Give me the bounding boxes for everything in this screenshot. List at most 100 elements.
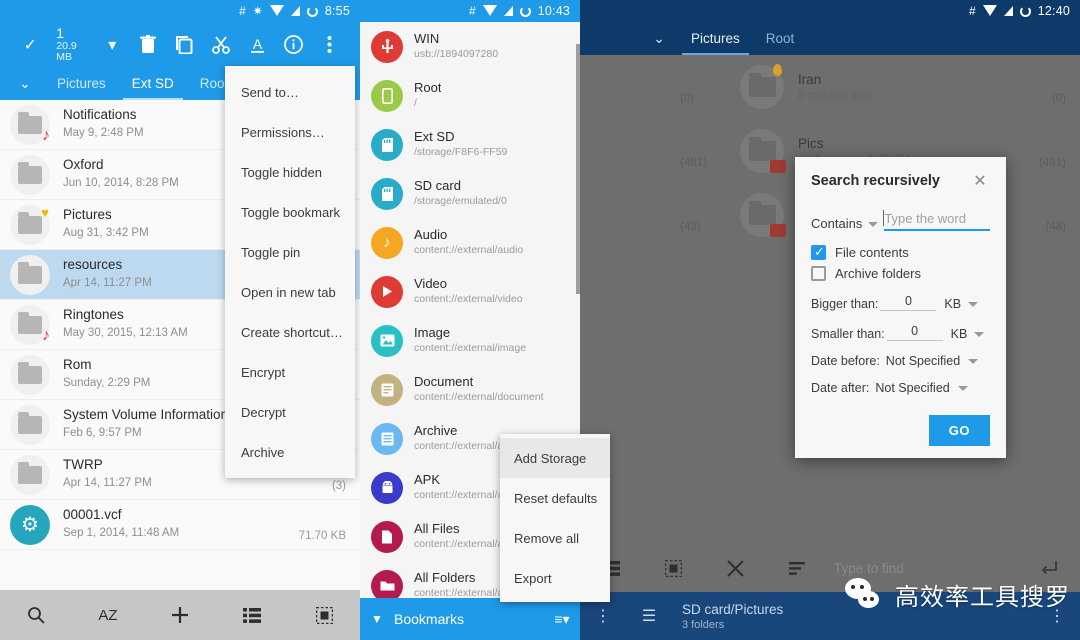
sort-icon[interactable]: ≡▾ [544,611,580,628]
date-after-value[interactable]: Not Specified [875,381,949,395]
menu-item-create-shortcut[interactable]: Create shortcut… [225,312,355,352]
bigger-than-input[interactable]: 0 [880,294,937,311]
menu-item-permissions[interactable]: Permissions… [225,112,355,152]
tab-pictures[interactable]: Pictures [678,22,753,55]
list-item[interactable]: SD card /storage/emulated/0 [360,169,580,218]
list-view-icon[interactable] [216,607,288,623]
tab-root[interactable]: Root [753,22,808,55]
left-status-time: 8:55 [324,4,350,18]
list-item[interactable]: Image content://external/image [360,316,580,365]
table-row[interactable]: (0) Iran 8 minutes ago (0) [580,55,1080,119]
grid-view-icon[interactable] [288,606,360,624]
cut-icon[interactable] [203,22,239,67]
folder-count: 3 folders [682,618,725,631]
bookmark-path: usb://1894097280 [414,48,499,61]
file-meta: (3) [331,480,346,492]
enter-icon[interactable] [1018,560,1080,576]
bookmarks-label: Bookmarks [394,611,465,627]
wifi-icon [982,5,997,16]
bookmark-name: Ext SD [414,129,455,145]
list-item[interactable]: Ext SD /storage/F8F6-FF59 [360,120,580,169]
close-icon[interactable] [704,559,766,577]
match-mode-label[interactable]: Contains [811,216,862,231]
rename-icon[interactable]: A [239,22,275,67]
right-status-bar: # 12:40 [580,0,1080,22]
menu-item-encrypt[interactable]: Encrypt [225,352,355,392]
tab-pictures[interactable]: Pictures [44,67,119,100]
chevron-down-icon[interactable]: ▾ [94,22,130,67]
info-icon[interactable] [275,22,311,67]
bigger-than-unit[interactable]: KB [944,297,961,311]
list-item[interactable]: Document content://external/document [360,365,580,414]
smaller-than-unit[interactable]: KB [951,327,968,341]
file-count-left: (43) [680,221,701,233]
folder-icon: ♪ [10,304,50,345]
menu-item-add-storage[interactable]: Add Storage [500,438,610,478]
search-icon[interactable] [0,606,72,624]
chevron-down-icon[interactable] [957,386,968,391]
copy-icon[interactable] [167,22,203,67]
file-count-right: (48) [1045,221,1066,233]
find-input[interactable]: Type to find [828,561,1018,576]
overflow-icon[interactable] [312,22,348,67]
bigger-than-label: Bigger than: [811,297,879,311]
bookmark-name: Root [414,80,442,96]
menu-item-toggle-bookmark[interactable]: Toggle bookmark [225,192,355,232]
tab-dropdown-chevron-icon[interactable]: ⌄ [6,67,44,100]
smaller-than-input[interactable]: 0 [886,324,943,341]
overflow-icon[interactable]: ⋮ [580,606,626,626]
bookmarks-submenu[interactable]: Add Storage Reset defaults Remove all Ex… [500,434,610,602]
menu-item-decrypt[interactable]: Decrypt [225,392,355,432]
menu-item-send-to[interactable]: Send to… [225,72,355,112]
menu-item-remove-all[interactable]: Remove all [500,518,610,558]
az-sort-icon[interactable]: AZ [72,607,144,624]
folder-icon: ♥ [10,204,50,245]
tab-dropdown-chevron-icon[interactable]: ⌄ [640,22,678,55]
image-icon [371,324,403,357]
chevron-down-icon[interactable] [868,222,879,227]
menu-item-archive[interactable]: Archive [225,432,355,472]
menu-item-toggle-pin[interactable]: Toggle pin [225,232,355,272]
sort-icon[interactable] [766,561,828,575]
list-item[interactable]: Video content://external/video [360,267,580,316]
chevron-down-icon[interactable] [974,332,985,337]
checkbox-icon[interactable] [811,244,826,260]
menu-icon[interactable]: ☰ [626,606,672,626]
menu-item-open-in-new-tab[interactable]: Open in new tab [225,272,355,312]
menu-item-toggle-hidden[interactable]: Toggle hidden [225,152,355,192]
folder-icon [740,129,786,173]
date-before-value[interactable]: Not Specified [886,354,960,368]
right-tab-bar: ⌄ Pictures Root [580,22,1080,55]
bookmark-name: All Folders [414,570,476,586]
close-icon[interactable]: ✕ [970,171,990,191]
add-icon[interactable] [144,605,216,625]
file-count-right: (481) [1039,157,1066,169]
wechat-icon [845,577,885,612]
menu-item-reset-defaults[interactable]: Reset defaults [500,478,610,518]
search-input[interactable]: Type the word [883,210,990,231]
menu-item-export[interactable]: Export [500,558,610,598]
signal-icon [1003,5,1013,16]
check-icon[interactable]: ✓ [12,22,48,67]
folder-icon [10,354,50,395]
list-item[interactable]: WIN usb://1894097280 [360,22,580,71]
selected-count: 1 [56,25,65,42]
file-date: May 9, 2:48 PM [63,127,144,140]
list-item[interactable]: Root / [360,71,580,120]
left-context-menu[interactable]: Send to… Permissions… Toggle hidden Togg… [225,66,355,478]
select-all-icon[interactable] [642,559,704,577]
smaller-than-row: Smaller than: 0 KB [811,324,990,341]
date-after-row: Date after: Not Specified [811,381,990,395]
chevron-down-icon[interactable]: ▼ [360,612,394,626]
delete-icon[interactable] [130,22,166,67]
tab-ext-sd[interactable]: Ext SD [119,67,187,100]
checkbox-archive-folders[interactable]: Archive folders [811,266,990,281]
chevron-down-icon[interactable] [968,359,979,364]
checkbox-icon[interactable] [811,266,826,281]
chevron-down-icon[interactable] [968,302,979,307]
list-item[interactable]: ♪ Audio content://external/audio [360,218,580,267]
bookmark-path: content://external/document [414,391,544,404]
go-button[interactable]: GO [928,415,990,446]
checkbox-file-contents[interactable]: File contents [811,244,990,260]
table-row[interactable]: ⚙ 00001.vcf Sep 1, 2014, 11:48 AM 71.70 … [0,500,360,550]
